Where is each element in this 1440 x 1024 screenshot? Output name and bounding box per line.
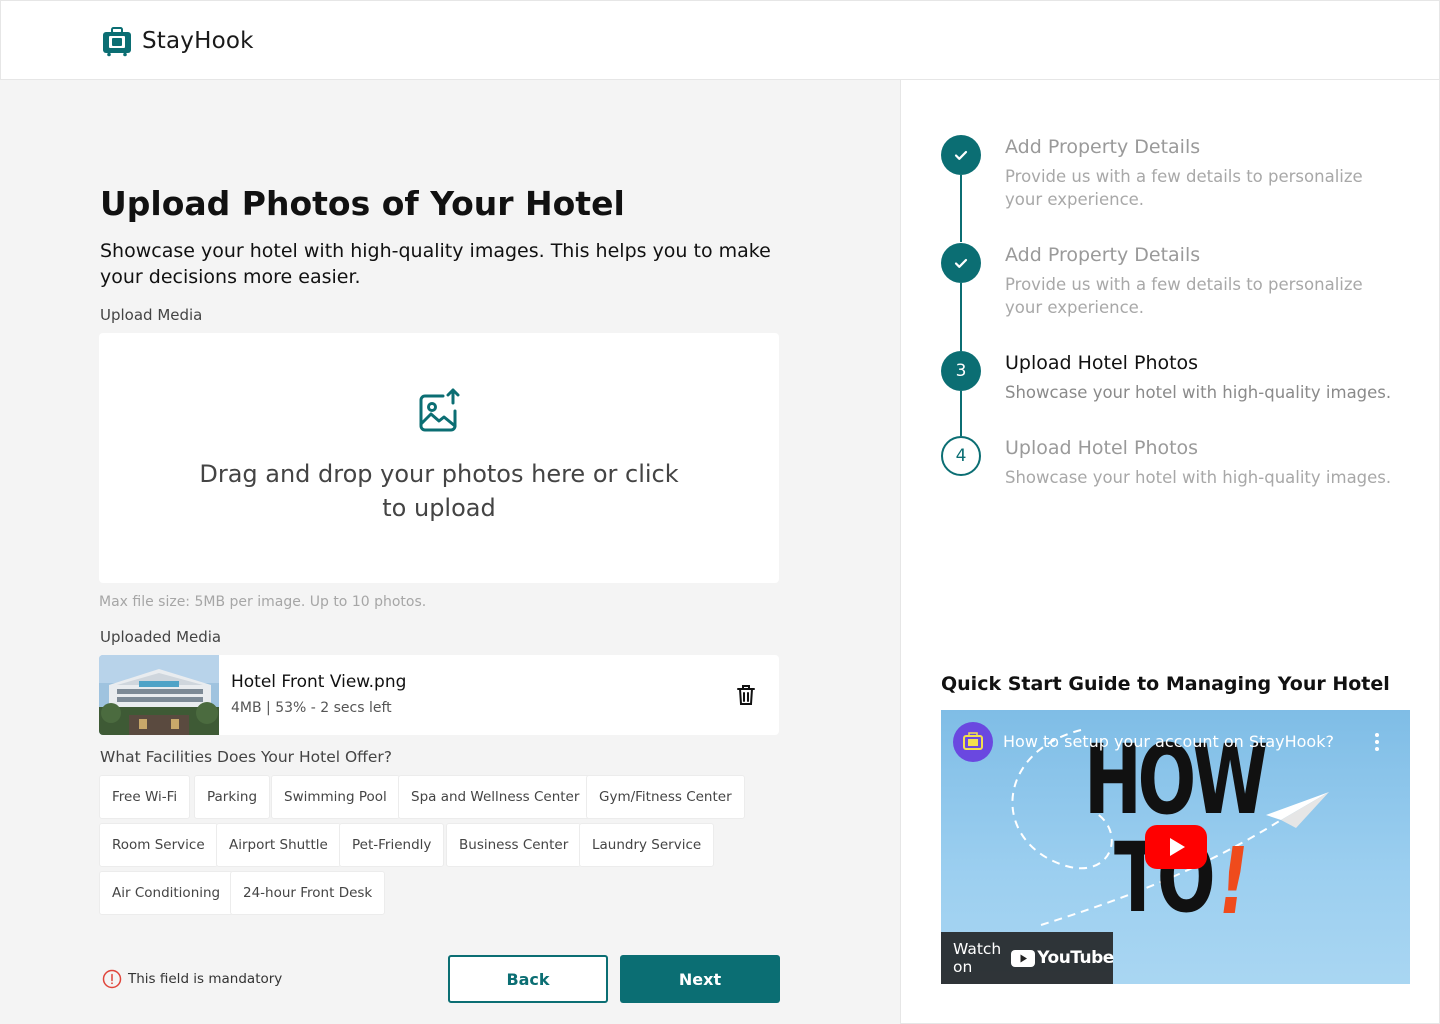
hotel-thumbnail-image bbox=[99, 655, 219, 735]
luggage-logo-icon bbox=[103, 27, 131, 57]
mandatory-note: This field is mandatory bbox=[102, 969, 282, 989]
chip-airport-shuttle[interactable]: Airport Shuttle bbox=[216, 823, 341, 867]
youtube-wordmark: YouTube bbox=[1037, 948, 1114, 968]
file-name: Hotel Front View.png bbox=[231, 672, 407, 692]
upload-media-label: Upload Media bbox=[100, 306, 203, 324]
step-connector bbox=[960, 283, 962, 351]
mandatory-text: This field is mandatory bbox=[128, 971, 283, 987]
brand-name: StayHook bbox=[142, 28, 254, 54]
chip-spa-wellness[interactable]: Spa and Wellness Center bbox=[398, 775, 593, 819]
file-size-hint: Max file size: 5MB per image. Up to 10 p… bbox=[99, 594, 427, 610]
chip-air-conditioning[interactable]: Air Conditioning bbox=[99, 871, 234, 915]
upload-form-panel: Upload Photos of Your Hotel Showcase you… bbox=[0, 80, 900, 1024]
watch-on-youtube-button[interactable]: Watch on YouTube bbox=[941, 932, 1114, 984]
uploaded-media-label: Uploaded Media bbox=[100, 628, 222, 646]
step-2-title: Add Property Details bbox=[1005, 244, 1201, 266]
facilities-label: What Facilities Does Your Hotel Offer? bbox=[100, 748, 392, 766]
step-connector bbox=[960, 391, 962, 436]
step-2-check-icon bbox=[941, 243, 981, 283]
channel-avatar[interactable] bbox=[953, 722, 993, 762]
file-upload-status: 4MB | 53% - 2 secs left bbox=[231, 700, 392, 716]
app-header: StayHook bbox=[0, 0, 1440, 80]
step-3-marker: 3 bbox=[941, 351, 981, 391]
thumbnail-exclaim: ! bbox=[1219, 828, 1249, 935]
back-button[interactable]: Back bbox=[448, 955, 608, 1003]
luggage-avatar-icon bbox=[963, 732, 983, 750]
trash-icon[interactable] bbox=[735, 683, 757, 707]
more-options-icon[interactable] bbox=[1373, 732, 1381, 752]
step-3-desc: Showcase your hotel with high-quality im… bbox=[1005, 383, 1392, 402]
step-4-marker: 4 bbox=[941, 436, 981, 476]
chip-swimming-pool[interactable]: Swimming Pool bbox=[271, 775, 400, 819]
watch-on-text: Watch on bbox=[953, 940, 1002, 976]
chip-business-center[interactable]: Business Center bbox=[446, 823, 582, 867]
chip-gym-fitness[interactable]: Gym/Fitness Center bbox=[586, 775, 745, 819]
brand-logo[interactable]: StayHook bbox=[101, 25, 254, 57]
step-1-title: Add Property Details bbox=[1005, 136, 1201, 158]
step-1-check-icon bbox=[941, 135, 981, 175]
chip-parking[interactable]: Parking bbox=[194, 775, 271, 819]
uploaded-file-card: Hotel Front View.png 4MB | 53% - 2 secs … bbox=[99, 655, 779, 735]
dropzone-text: Drag and drop your photos here or click … bbox=[199, 460, 679, 522]
step-4-title: Upload Hotel Photos bbox=[1005, 437, 1199, 459]
youtube-logo: YouTube bbox=[1011, 948, 1114, 968]
chip-laundry-service[interactable]: Laundry Service bbox=[579, 823, 715, 867]
step-connector bbox=[960, 175, 962, 242]
step-3-title: Upload Hotel Photos bbox=[1005, 352, 1199, 374]
chip-front-desk[interactable]: 24-hour Front Desk bbox=[230, 871, 386, 915]
next-button[interactable]: Next bbox=[620, 955, 780, 1003]
step-1-desc: Provide us with a few details to persona… bbox=[1005, 167, 1363, 209]
image-upload-icon bbox=[419, 388, 460, 432]
info-alert-icon bbox=[102, 969, 122, 989]
progress-sidebar: Add Property Details Provide us with a f… bbox=[900, 80, 1440, 1024]
video-player[interactable]: HOW TO ! How to setup your account on St… bbox=[941, 710, 1410, 984]
step-4-desc: Showcase your hotel with high-quality im… bbox=[1005, 468, 1392, 487]
page-subtitle: Showcase your hotel with high-quality im… bbox=[100, 240, 771, 288]
step-2-desc: Provide us with a few details to persona… bbox=[1005, 275, 1363, 317]
guide-title: Quick Start Guide to Managing Your Hotel bbox=[941, 673, 1390, 695]
photo-dropzone[interactable]: Drag and drop your photos here or click … bbox=[99, 333, 779, 583]
chip-room-service[interactable]: Room Service bbox=[99, 823, 218, 867]
chip-pet-friendly[interactable]: Pet-Friendly bbox=[339, 823, 445, 867]
page-title: Upload Photos of Your Hotel bbox=[100, 184, 625, 223]
play-button-icon[interactable] bbox=[1145, 825, 1207, 869]
video-title[interactable]: How to setup your account on StayHook? bbox=[1003, 732, 1334, 751]
youtube-icon bbox=[1011, 949, 1036, 967]
chip-free-wifi[interactable]: Free Wi-Fi bbox=[99, 775, 191, 819]
